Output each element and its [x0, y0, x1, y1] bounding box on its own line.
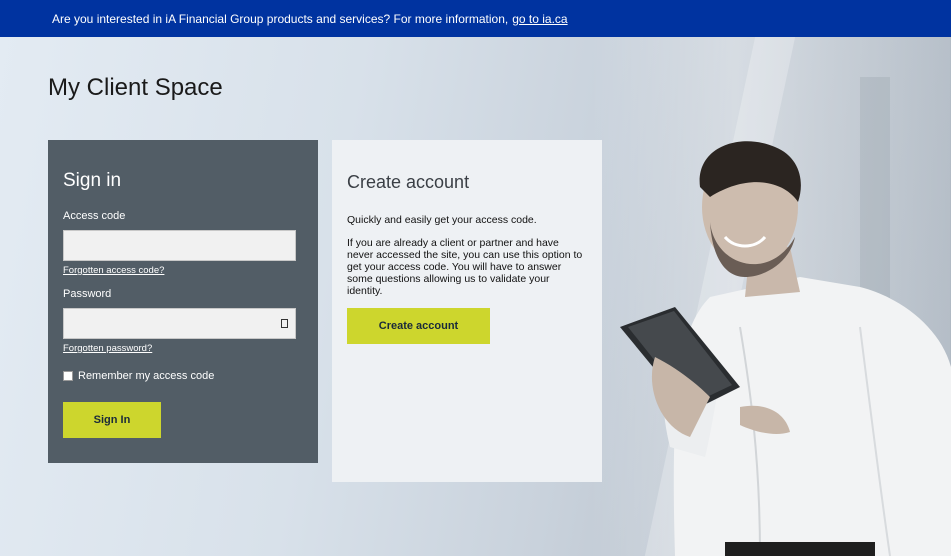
go-to-ia-link[interactable]: go to ia.ca — [512, 12, 567, 26]
remember-access-code[interactable]: Remember my access code — [63, 370, 303, 382]
create-account-button[interactable]: Create account — [347, 308, 490, 344]
create-account-body: If you are already a client or partner a… — [347, 237, 583, 297]
remember-label: Remember my access code — [78, 370, 215, 382]
password-input[interactable] — [63, 308, 296, 339]
remember-checkbox[interactable] — [63, 371, 73, 381]
top-banner: Are you interested in iA Financial Group… — [0, 0, 951, 37]
forgot-access-code-link[interactable]: Forgotten access code? — [63, 265, 303, 276]
password-label: Password — [63, 288, 112, 300]
access-code-field[interactable] — [64, 231, 295, 260]
page-title: My Client Space — [48, 74, 223, 101]
create-account-heading: Create account — [347, 172, 470, 192]
banner-text: Are you interested in iA Financial Group… — [52, 11, 509, 26]
sign-in-panel: Sign in Access code Forgotten access cod… — [48, 140, 318, 463]
sign-in-heading: Sign in — [63, 170, 122, 191]
show-password-icon[interactable] — [281, 319, 288, 328]
create-account-intro: Quickly and easily get your access code. — [347, 214, 537, 226]
access-code-input[interactable] — [63, 230, 296, 261]
sign-in-button[interactable]: Sign In — [63, 402, 161, 438]
create-account-panel: Create account Quickly and easily get yo… — [332, 140, 602, 482]
access-code-label: Access code — [63, 210, 126, 222]
forgot-password-link[interactable]: Forgotten password? — [63, 343, 303, 354]
password-field[interactable] — [64, 309, 295, 338]
man-with-tablet-photo — [620, 141, 951, 556]
